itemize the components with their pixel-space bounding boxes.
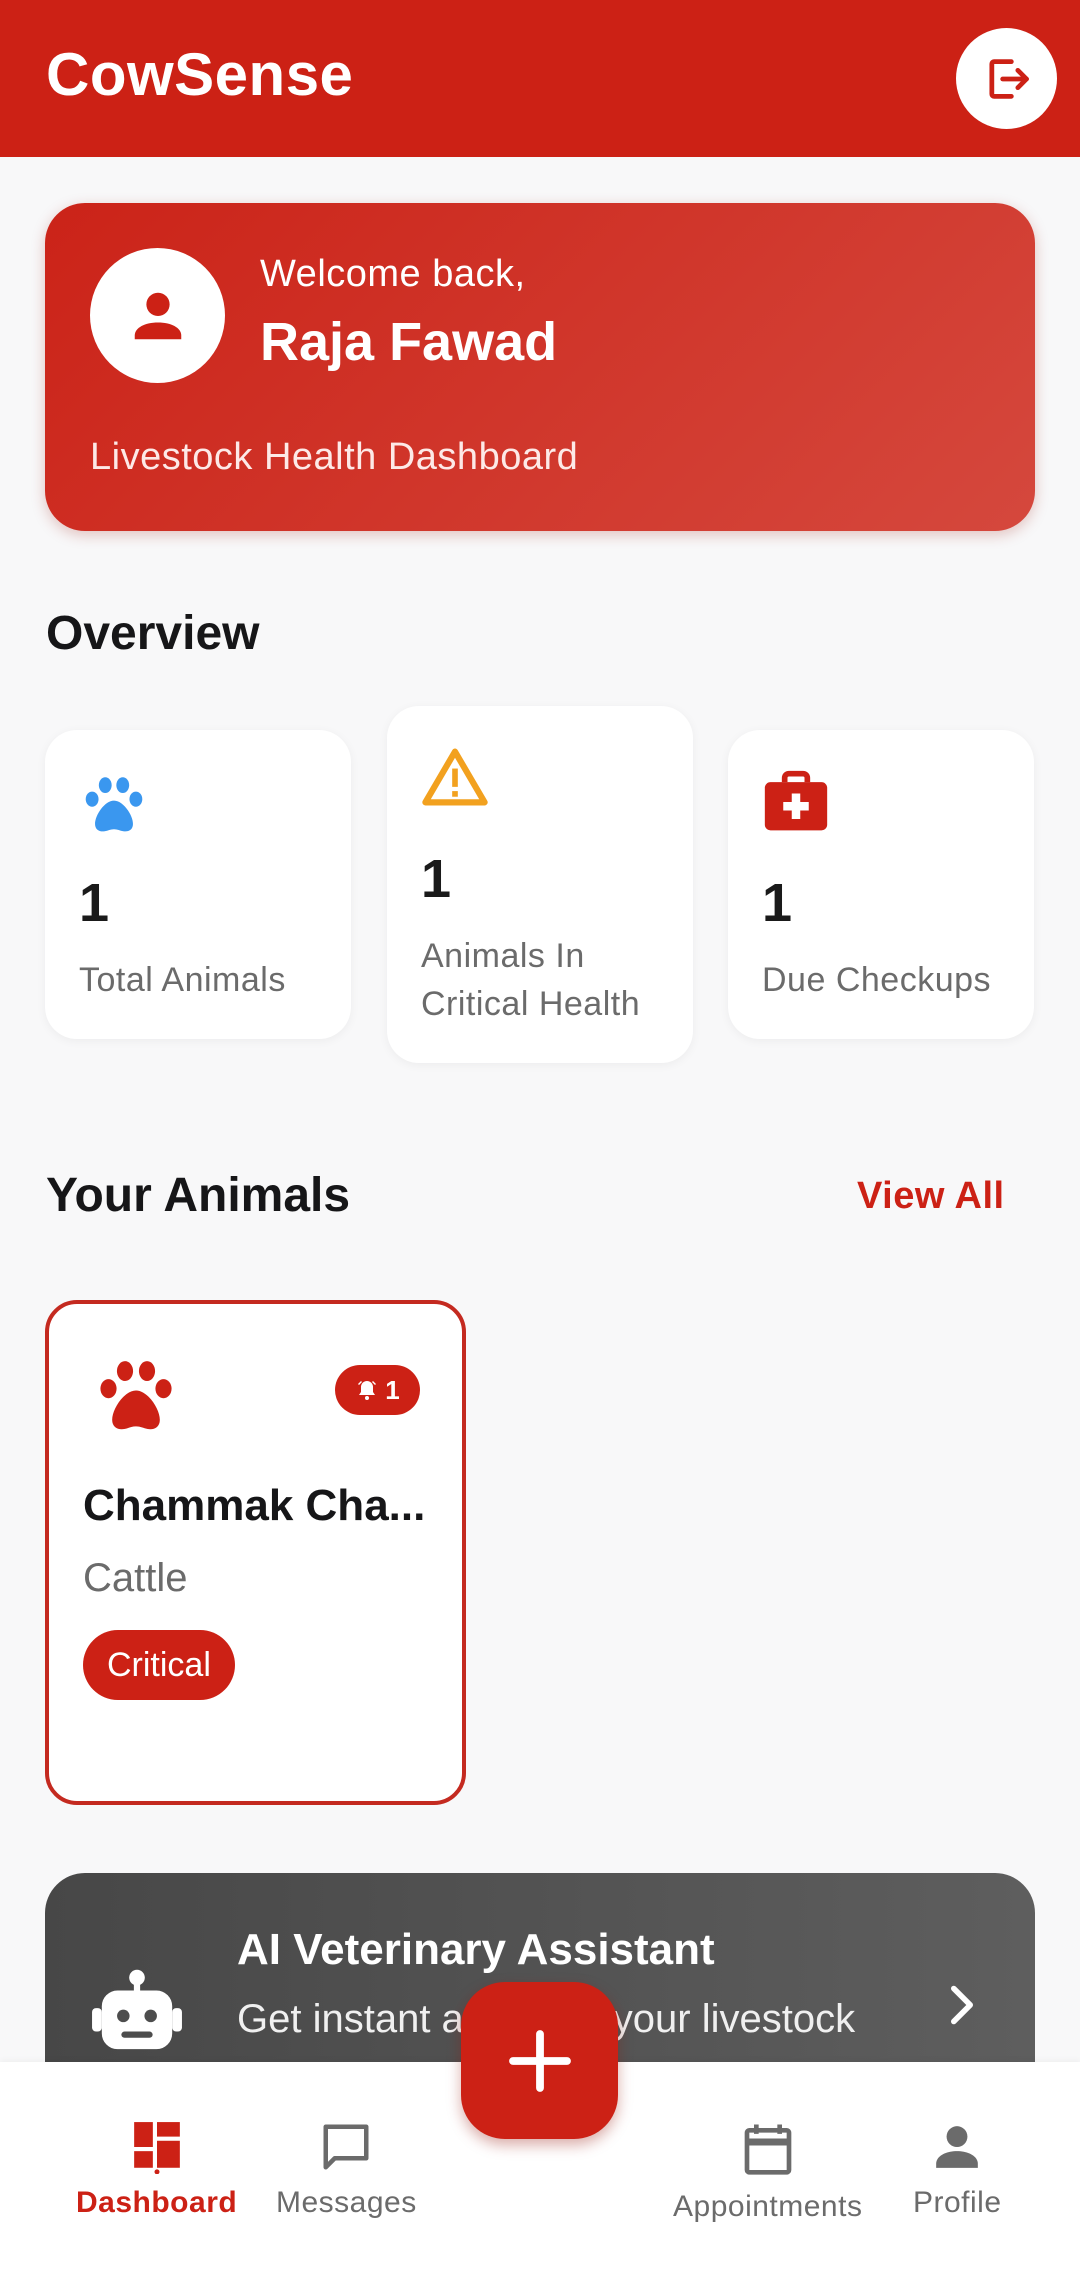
nav-dashboard[interactable]: Dashboard bbox=[76, 2120, 237, 2220]
logout-button[interactable] bbox=[956, 28, 1057, 129]
overview-title: Overview bbox=[46, 607, 260, 660]
alert-count: 1 bbox=[385, 1374, 400, 1405]
assistant-title: AI Veterinary Assistant bbox=[237, 1925, 715, 1974]
animal-type: Cattle bbox=[83, 1556, 188, 1600]
stat-label: Animals In Critical Health bbox=[421, 932, 640, 1028]
status-badge: Critical bbox=[83, 1630, 235, 1700]
animal-card[interactable]: 1 Chammak Cha... Cattle Critical bbox=[45, 1300, 466, 1805]
stat-card-total-animals[interactable]: 1 Total Animals bbox=[45, 730, 351, 1039]
dashboard-icon bbox=[133, 2122, 180, 2174]
stat-value: 1 bbox=[79, 873, 110, 933]
person-icon bbox=[134, 292, 181, 339]
nav-appointments[interactable]: Appointments bbox=[673, 2120, 862, 2224]
app-bar: CowSense bbox=[0, 0, 1080, 157]
animal-name: Chammak Cha... bbox=[83, 1481, 426, 1530]
stat-card-due-checkups[interactable]: 1 Due Checkups bbox=[728, 730, 1034, 1039]
welcome-card: Welcome back, Raja Fawad Livestock Healt… bbox=[45, 203, 1035, 531]
nav-label: Messages bbox=[276, 2186, 417, 2219]
stat-label: Total Animals bbox=[79, 961, 286, 999]
warning-icon bbox=[422, 748, 488, 806]
alert-badge: 1 bbox=[335, 1365, 420, 1415]
nav-messages[interactable]: Messages bbox=[276, 2120, 417, 2220]
stat-value: 1 bbox=[762, 873, 793, 933]
alarm-icon bbox=[358, 1381, 377, 1400]
message-icon bbox=[323, 2124, 369, 2170]
welcome-greeting: Welcome back, bbox=[260, 253, 526, 295]
your-animals-title: Your Animals bbox=[46, 1169, 351, 1222]
view-all-link[interactable]: View All bbox=[857, 1175, 1005, 1218]
medical-kit-icon bbox=[764, 770, 828, 831]
dashboard-subtitle: Livestock Health Dashboard bbox=[90, 436, 579, 478]
app-title: CowSense bbox=[46, 41, 354, 108]
add-button[interactable] bbox=[461, 1982, 618, 2139]
chevron-right-icon bbox=[951, 1985, 973, 2025]
person-icon bbox=[936, 2126, 979, 2168]
nav-label: Dashboard bbox=[76, 2186, 238, 2219]
avatar bbox=[90, 248, 225, 383]
nav-label: Profile bbox=[913, 2186, 1002, 2219]
plus-icon bbox=[508, 2029, 571, 2092]
nav-profile[interactable]: Profile bbox=[913, 2120, 1002, 2220]
calendar-icon bbox=[744, 2124, 792, 2175]
paw-icon bbox=[100, 1361, 172, 1430]
stat-card-critical-health[interactable]: 1 Animals In Critical Health bbox=[387, 706, 693, 1063]
user-name: Raja Fawad bbox=[260, 312, 558, 372]
stat-label-line: Critical Health bbox=[421, 985, 641, 1023]
nav-label: Appointments bbox=[673, 2190, 863, 2223]
logout-icon bbox=[988, 58, 1029, 99]
robot-icon bbox=[92, 1969, 182, 2050]
stat-label: Due Checkups bbox=[762, 961, 992, 999]
stat-label-line: Animals In bbox=[421, 937, 585, 975]
paw-icon bbox=[85, 777, 143, 832]
stat-value: 1 bbox=[421, 849, 452, 909]
